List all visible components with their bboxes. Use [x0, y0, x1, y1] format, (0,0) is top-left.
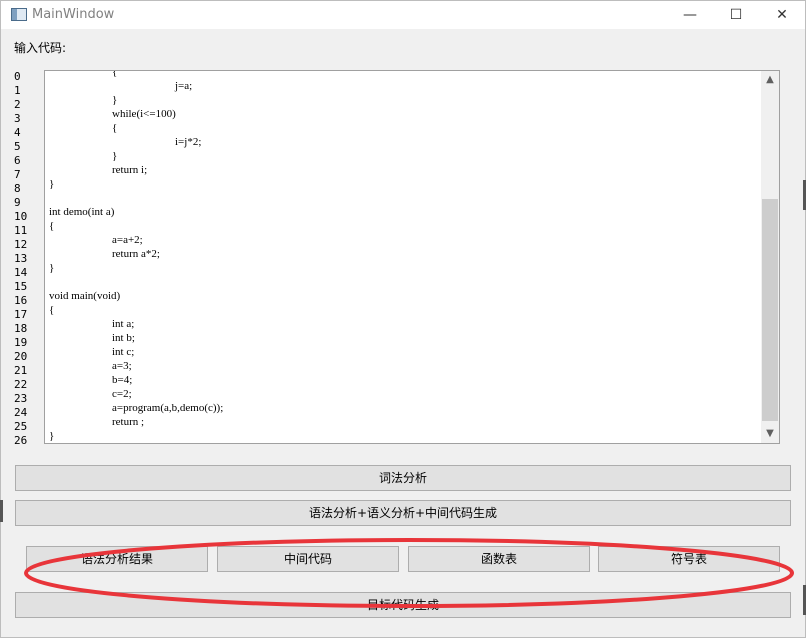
close-button[interactable]: ✕	[759, 1, 805, 29]
code-line: void main(void)	[49, 290, 121, 302]
line-number: 10	[14, 210, 28, 223]
scroll-up-icon[interactable]: ▲	[761, 71, 779, 89]
line-number: 15	[14, 280, 28, 293]
line-number: 9	[14, 196, 21, 209]
line-number: 12	[14, 238, 28, 251]
code-editor[interactable]: } return ; a=program(a,b,demo(c)); c=2; b=4;…	[44, 70, 780, 444]
code-line: {	[49, 304, 55, 316]
code-line: a=program(a,b,demo(c));	[112, 402, 224, 414]
maximize-icon: ☐	[729, 7, 743, 23]
minimize-icon: —	[683, 7, 697, 23]
window-app-icon	[11, 8, 27, 21]
title-bar[interactable]: MainWindow — ☐ ✕	[1, 1, 805, 29]
line-number: 7	[14, 168, 21, 181]
line-number: 20	[14, 350, 28, 363]
line-number: 5	[14, 140, 21, 153]
syntax-result-button[interactable]: 语法分析结果	[26, 546, 208, 572]
line-number: 11	[14, 224, 28, 237]
code-line: j=a;	[175, 80, 193, 92]
lexical-analysis-button[interactable]: 词法分析	[15, 465, 791, 491]
target-code-generation-button[interactable]: 目标代码生成	[15, 592, 791, 618]
close-icon: ✕	[776, 7, 788, 23]
code-line: b=4;	[112, 374, 133, 386]
code-line: }	[112, 150, 118, 162]
code-line: }	[49, 262, 55, 274]
line-number: 6	[14, 154, 21, 167]
scrollbar-thumb[interactable]	[762, 199, 778, 421]
line-number: 19	[14, 336, 28, 349]
code-line: int b;	[112, 332, 135, 344]
line-number: 24	[14, 406, 28, 419]
line-number: 22	[14, 378, 28, 391]
code-line: }	[49, 178, 55, 190]
line-number: 26	[14, 434, 28, 444]
line-number: 16	[14, 294, 28, 307]
input-code-label: 输入代码:	[14, 41, 67, 55]
symbol-table-button[interactable]: 符号表	[598, 546, 780, 572]
maximize-button[interactable]: ☐	[713, 1, 759, 29]
line-number: 18	[14, 322, 28, 335]
line-number: 3	[14, 112, 21, 125]
code-line: {	[112, 70, 118, 78]
code-line: return a*2;	[112, 248, 160, 260]
code-line: return ;	[112, 416, 145, 428]
line-number: 2	[14, 98, 21, 111]
code-line: int a;	[112, 318, 135, 330]
line-number: 23	[14, 392, 28, 405]
line-number-gutter: 0 1 2 3 4 5 6 7 8 9 10 11 12 13 14 15 16 17 18 19 20 21 22 23 24…	[14, 70, 42, 444]
code-line: a=3;	[112, 360, 132, 372]
editor-vertical-scrollbar[interactable]: ▲ ▼	[761, 71, 779, 443]
line-number: 8	[14, 182, 21, 195]
code-line: c=2;	[112, 388, 132, 400]
code-line: return i;	[112, 164, 148, 176]
code-line: int demo(int a)	[49, 206, 115, 218]
function-table-button[interactable]: 函数表	[408, 546, 590, 572]
scroll-down-icon[interactable]: ▼	[761, 425, 779, 443]
code-line: }	[112, 94, 118, 106]
code-line: {	[49, 220, 55, 232]
minimize-button[interactable]: —	[667, 1, 713, 29]
line-number: 0	[14, 70, 21, 83]
line-number: 4	[14, 126, 21, 139]
code-line: {	[112, 122, 118, 134]
line-number: 25	[14, 420, 28, 433]
code-line: int c;	[112, 346, 135, 358]
syntax-semantic-intermediate-button[interactable]: 语法分析+语义分析+中间代码生成	[15, 500, 791, 526]
line-number: 13	[14, 252, 28, 265]
line-number: 1	[14, 84, 21, 97]
code-line: while(i<=100)	[112, 108, 176, 120]
code-line: a=a+2;	[112, 234, 143, 246]
left-edge-mark	[0, 500, 3, 522]
line-number: 17	[14, 308, 28, 321]
main-window: MainWindow — ☐ ✕ 输入代码: 0 1 2 3 4 5 6 7 8 9 10 11 12 1…	[0, 0, 806, 638]
code-line: i=j*2;	[175, 136, 202, 148]
line-number: 21	[14, 364, 28, 377]
intermediate-code-button[interactable]: 中间代码	[217, 546, 399, 572]
window-title: MainWindow	[32, 7, 115, 22]
line-number: 14	[14, 266, 28, 279]
code-line: }	[49, 430, 55, 442]
